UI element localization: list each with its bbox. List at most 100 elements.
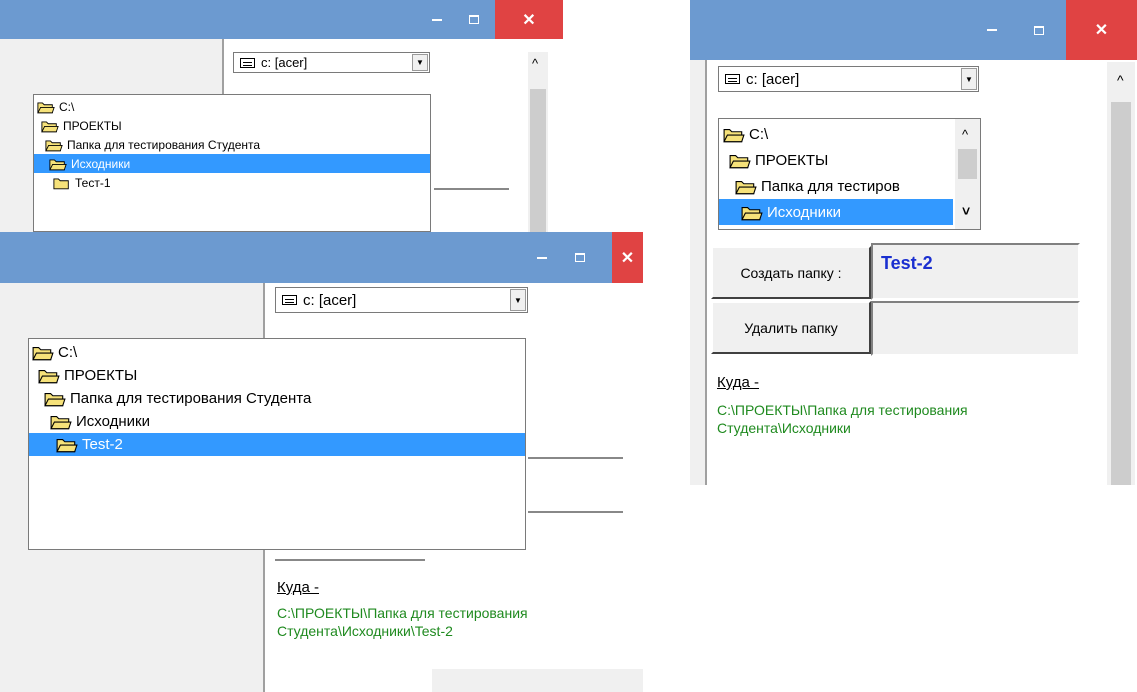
close-icon: ✕ [522, 11, 536, 29]
scroll-thumb[interactable] [958, 149, 977, 179]
tree-item[interactable]: Test-2 [29, 433, 525, 456]
folder-icon [38, 367, 60, 384]
separator-line [434, 188, 509, 190]
folder-icon [45, 138, 63, 152]
title-bar: ✕ [0, 232, 643, 283]
folder-icon [49, 157, 67, 171]
folder-icon [44, 390, 66, 407]
directory-list[interactable]: C:\ ПРОЕКТЫ Папка для тестирования Студент… [33, 94, 431, 232]
tree-item-label: C:\ [749, 125, 769, 143]
tree-item[interactable]: C:\ [32, 341, 77, 364]
tree-item-label: Папка для тестиров [761, 177, 900, 195]
drive-select[interactable]: c: [acer] ▼ [275, 287, 528, 313]
tree-scrollbar[interactable]: ^ ˅ [955, 119, 980, 229]
status-strip [432, 669, 643, 692]
scroll-up-icon[interactable]: ^ [532, 56, 538, 71]
minimize-button[interactable] [530, 232, 554, 283]
drive-select[interactable]: c: [acer] ▼ [233, 52, 430, 73]
scroll-down-icon[interactable]: ˅ [962, 203, 970, 219]
drive-icon [725, 74, 740, 84]
scroll-up-icon[interactable]: ^ [962, 127, 968, 142]
tree-item-label: ПРОЕКТЫ [63, 118, 122, 133]
folder-icon [32, 344, 54, 361]
tree-item[interactable]: ПРОЕКТЫ [729, 147, 828, 173]
tree-item[interactable]: Исходники [34, 154, 430, 173]
tree-item-label: Исходники [71, 156, 131, 171]
drive-icon [282, 295, 297, 305]
scroll-thumb[interactable] [1111, 102, 1131, 485]
maximize-icon [1034, 25, 1044, 35]
window-panel-c: ✕ c: [acer] ▼ ^ C:\ ПРОЕКТЫ Папка для тест… [690, 0, 1137, 485]
drive-label: c: [acer] [746, 70, 800, 88]
destination-path: C:\ПРОЕКТЫ\Папка для тестирования Студен… [717, 401, 968, 437]
folder-icon [53, 176, 71, 190]
window-panel-b: ✕ c: [acer] ▼ C:\ ПРОЕКТЫ Папка для тестир… [0, 232, 643, 692]
path-line-2: Студента\Исходники [717, 420, 851, 436]
drive-label: c: [acer] [261, 55, 308, 70]
destination-label: Куда - [277, 579, 319, 596]
tree-item[interactable]: Исходники [50, 410, 150, 433]
scroll-up-icon[interactable]: ^ [1117, 72, 1124, 88]
minimize-icon [537, 256, 547, 259]
maximize-icon [575, 253, 585, 262]
close-icon: ✕ [1094, 22, 1109, 39]
tree-item[interactable]: C:\ [723, 121, 768, 147]
tree-item[interactable]: ПРОЕКТЫ [41, 116, 122, 135]
vertical-scrollbar[interactable]: ^ [1107, 62, 1135, 485]
tree-item-label: C:\ [58, 344, 78, 361]
title-bar: ✕ [690, 0, 1137, 60]
directory-list[interactable]: C:\ ПРОЕКТЫ Папка для тестирования Студент… [28, 338, 526, 550]
destination-label: Куда - [717, 374, 759, 391]
scroll-thumb[interactable] [530, 89, 546, 232]
path-line-1: C:\ПРОЕКТЫ\Папка для тестирования [717, 402, 968, 418]
chevron-down-icon[interactable]: ▼ [412, 54, 428, 71]
tree-item[interactable]: ПРОЕКТЫ [38, 364, 137, 387]
vertical-scrollbar[interactable]: ^ [528, 52, 548, 232]
minimize-button[interactable] [980, 0, 1004, 60]
close-button[interactable]: ✕ [495, 0, 563, 39]
separator-line [528, 457, 623, 459]
tree-item[interactable]: Папка для тестирования Студента [44, 387, 311, 410]
tree-item-label: Test-2 [82, 436, 123, 453]
chevron-down-icon[interactable]: ▼ [961, 68, 977, 90]
maximize-button[interactable] [1027, 0, 1051, 60]
vertical-divider [705, 60, 707, 485]
minimize-icon [432, 18, 442, 21]
drive-icon [240, 57, 255, 68]
delete-folder-button[interactable]: Удалить папку [711, 301, 871, 354]
tree-item-label: C:\ [59, 99, 75, 114]
path-line-2: Студента\Исходники\Test-2 [277, 623, 453, 639]
folder-icon [37, 100, 55, 114]
folder-icon [729, 152, 751, 169]
close-button[interactable]: ✕ [612, 232, 643, 283]
minimize-icon [987, 29, 997, 31]
drive-label: c: [acer] [303, 291, 357, 309]
folder-name-input[interactable]: Test-2 [871, 243, 1080, 300]
separator-line [275, 559, 425, 561]
maximize-button[interactable] [462, 0, 486, 39]
create-folder-button[interactable]: Создать папку : [711, 246, 871, 299]
tree-item[interactable]: Исходники [719, 199, 953, 225]
tree-item-label: Тест-1 [75, 175, 111, 190]
folder-icon [723, 126, 745, 143]
folder-icon [50, 413, 72, 430]
tree-item[interactable]: Тест-1 [53, 173, 111, 192]
folder-delete-field[interactable] [871, 301, 1080, 356]
tree-item-label: Исходники [76, 413, 150, 430]
maximize-icon [469, 15, 479, 24]
chevron-down-icon[interactable]: ▼ [510, 289, 526, 311]
tree-item-label: ПРОЕКТЫ [64, 367, 138, 384]
window-panel-a: ✕ c: [acer] ▼ ^ C:\ ПРОЕКТЫ Папка для тест… [0, 0, 563, 232]
tree-item-label: Папка для тестирования Студента [70, 390, 312, 407]
tree-item[interactable]: Папка для тестирования Студента [45, 135, 260, 154]
tree-item[interactable]: Папка для тестиров [735, 173, 900, 199]
drive-select[interactable]: c: [acer] ▼ [718, 66, 979, 92]
tree-item-label: ПРОЕКТЫ [755, 151, 829, 169]
tree-item[interactable]: C:\ [37, 97, 74, 116]
close-button[interactable]: ✕ [1066, 0, 1137, 60]
directory-list[interactable]: C:\ ПРОЕКТЫ Папка для тестиров Исходники [718, 118, 981, 230]
destination-path: C:\ПРОЕКТЫ\Папка для тестирования Студен… [277, 604, 528, 640]
maximize-button[interactable] [568, 232, 592, 283]
close-icon: ✕ [620, 249, 635, 267]
minimize-button[interactable] [425, 0, 449, 39]
